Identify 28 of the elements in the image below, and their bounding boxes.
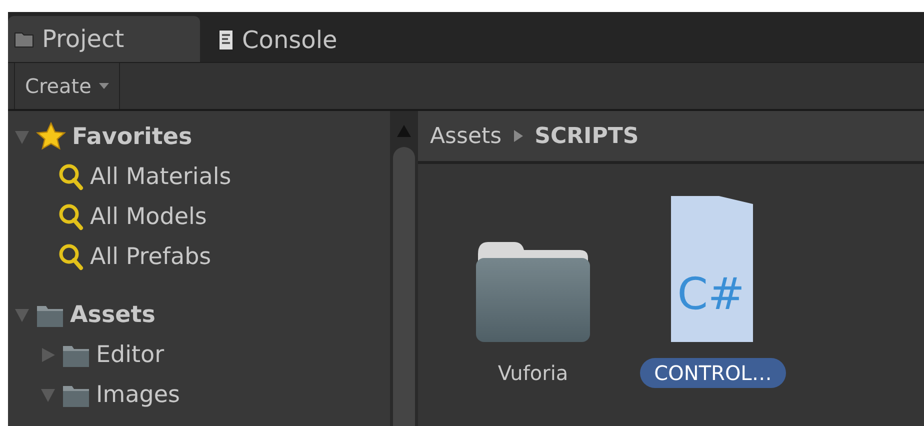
tree-item[interactable]: Assets — [70, 302, 156, 328]
tree-item[interactable]: All Prefabs — [90, 244, 212, 270]
collapsed-triangle-icon[interactable] — [40, 347, 56, 363]
tree-item[interactable]: All Materials — [90, 164, 232, 190]
expanded-triangle-icon[interactable] — [14, 129, 30, 145]
asset-name[interactable]: CONTROL… — [640, 358, 786, 388]
separator-arrow-icon — [514, 130, 523, 142]
search-icon — [58, 243, 84, 271]
tree-item[interactable]: Editor — [96, 342, 164, 368]
panel-tab[interactable]: Console — [200, 18, 350, 62]
scroll-up-icon[interactable] — [397, 125, 411, 137]
search-icon — [58, 163, 84, 191]
expanded-triangle-icon[interactable] — [40, 387, 56, 403]
asset-name[interactable]: Vuforia — [484, 358, 582, 388]
search-icon — [58, 203, 84, 231]
star-icon — [36, 122, 66, 152]
expanded-triangle-icon[interactable] — [14, 307, 30, 323]
caret-icon — [99, 83, 110, 89]
breadcrumb-item[interactable]: Assets — [430, 124, 502, 148]
folder-icon — [14, 30, 34, 48]
tree-item[interactable]: Images — [96, 382, 180, 408]
console-icon — [218, 29, 234, 51]
panel-tab[interactable]: Project — [8, 16, 200, 62]
create-button[interactable]: Create — [14, 63, 120, 109]
tree-item[interactable]: Favorites — [72, 124, 192, 150]
breadcrumb-item[interactable]: SCRIPTS — [534, 124, 639, 148]
tree-item[interactable]: All Models — [90, 204, 207, 230]
scrollbar[interactable] — [390, 111, 418, 426]
